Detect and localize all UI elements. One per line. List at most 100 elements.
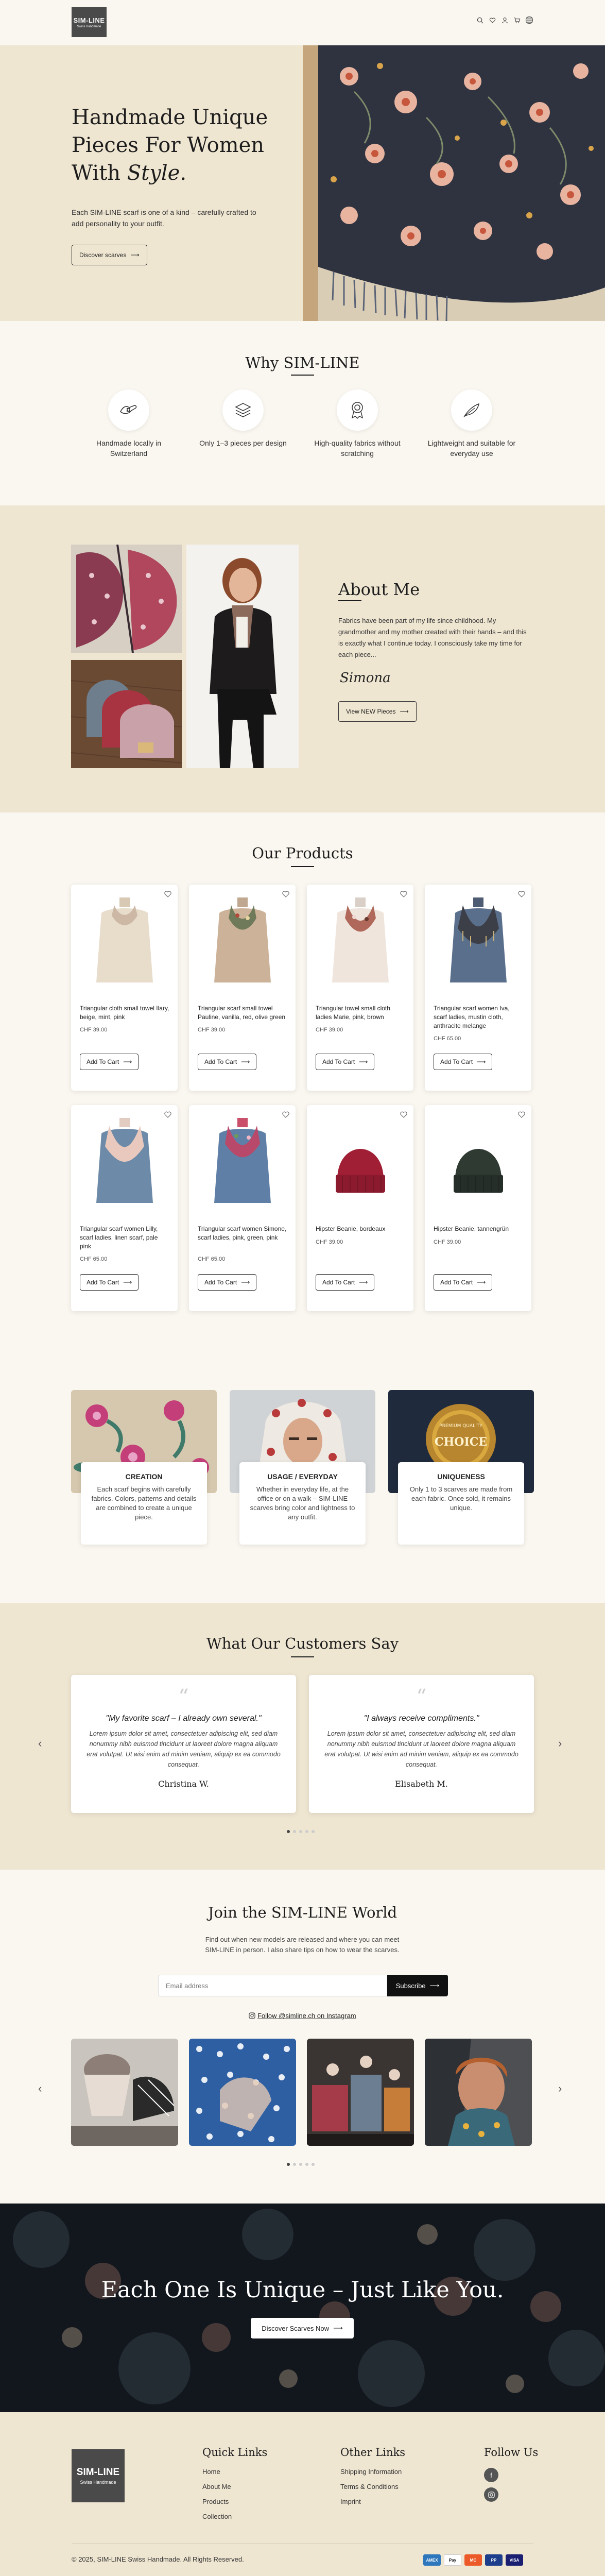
user-icon[interactable] (501, 16, 508, 24)
copyright: © 2025, SIM-LINE Swiss Handmade. All Rig… (72, 2555, 244, 2563)
site-logo[interactable]: SIM-LINE Swiss Handmade (72, 7, 107, 37)
wishlist-heart-icon[interactable] (400, 891, 407, 900)
carousel-dot[interactable] (299, 1830, 302, 1833)
footer-link-products[interactable]: Products (202, 2498, 267, 2505)
footer-link-about[interactable]: About Me (202, 2483, 267, 2490)
add-to-cart-button[interactable]: Add To Cart ⟶ (434, 1274, 493, 1291)
other-links-title: Other Links (340, 2446, 406, 2459)
product-name[interactable]: Triangular scarf women Simone, scarf lad… (198, 1225, 288, 1242)
carousel-dots (287, 1830, 315, 1833)
footer-link-shipping[interactable]: Shipping Information (340, 2468, 405, 2476)
carousel-dot[interactable] (299, 2163, 302, 2166)
testimonial-card: “ "My favorite scarf – I already own sev… (71, 1675, 296, 1813)
product-card[interactable]: Hipster Beanie, tannengrün CHF 39.00 Add… (425, 1105, 531, 1311)
instagram-icon[interactable] (484, 2487, 498, 2502)
arrow-right-icon: ⟶ (241, 1058, 250, 1065)
carousel-dot[interactable] (305, 2163, 308, 2166)
view-new-pieces-label: View NEW Pieces (346, 708, 396, 715)
wishlist-heart-icon[interactable] (400, 1111, 407, 1121)
quick-links-column: Quick Links Home About Me Products Colle… (202, 2446, 267, 2528)
visa-icon: VISA (506, 2554, 523, 2566)
subscribe-button[interactable]: Subscribe ⟶ (387, 1975, 448, 1996)
about-title: About Me (338, 580, 420, 599)
heart-icon[interactable] (489, 16, 496, 24)
email-input[interactable] (158, 1975, 387, 1996)
wishlist-heart-icon[interactable] (164, 891, 171, 900)
view-new-pieces-button[interactable]: View NEW Pieces ⟶ (338, 701, 417, 722)
carousel-dot[interactable] (287, 2163, 290, 2166)
product-image (312, 890, 408, 993)
product-name[interactable]: Triangular towel small cloth ladies Mari… (316, 1004, 406, 1022)
product-name[interactable]: Triangular scarf small towel Pauline, va… (198, 1004, 288, 1022)
product-card[interactable]: Triangular cloth small towel Ilary, beig… (71, 885, 178, 1091)
add-to-cart-button[interactable]: Add To Cart ⟶ (316, 1054, 375, 1070)
footer-link-terms[interactable]: Terms & Conditions (340, 2483, 405, 2490)
gallery-image[interactable] (189, 2039, 296, 2146)
next-arrow-icon[interactable]: › (558, 2082, 562, 2095)
gallery-image[interactable] (307, 2039, 414, 2146)
site-header: SIM-LINE Swiss Handmade (0, 0, 605, 45)
testimonials-section: What Our Customers Say ‹ › “ "My favorit… (0, 1603, 605, 1870)
product-name[interactable]: Triangular scarf women Lilly, scarf ladi… (80, 1225, 170, 1251)
discover-scarves-now-button[interactable]: Discover Scarves Now ⟶ (251, 2318, 354, 2338)
carousel-dot[interactable] (305, 1830, 308, 1833)
testimonial-body: Lorem ipsum dolor sit amet, consectetuer… (87, 1730, 281, 1768)
add-to-cart-button[interactable]: Add To Cart ⟶ (80, 1054, 139, 1070)
product-card[interactable]: Hipster Beanie, bordeaux CHF 39.00 Add T… (307, 1105, 413, 1311)
footer-link-home[interactable]: Home (202, 2468, 267, 2476)
product-card[interactable]: Triangular scarf women Iva, scarf ladies… (425, 885, 531, 1091)
wishlist-heart-icon[interactable] (164, 1111, 171, 1121)
footer-link-imprint[interactable]: Imprint (340, 2498, 405, 2505)
logo-line1: SIM-LINE (73, 16, 105, 24)
product-image (312, 1110, 408, 1213)
title-underline (291, 375, 314, 376)
testimonial-card: “ "I always receive compliments." Lorem … (309, 1675, 534, 1813)
search-icon[interactable] (476, 16, 483, 24)
carousel-dot[interactable] (287, 1830, 290, 1833)
add-to-cart-button[interactable]: Add To Cart ⟶ (198, 1274, 257, 1291)
product-image (430, 890, 526, 993)
wishlist-heart-icon[interactable] (518, 891, 525, 900)
footer-link-collection[interactable]: Collection (202, 2513, 267, 2520)
menu-button[interactable] (526, 16, 533, 24)
gallery-image[interactable] (71, 2039, 178, 2146)
product-name[interactable]: Triangular scarf women Iva, scarf ladies… (434, 1004, 524, 1030)
product-name[interactable]: Hipster Beanie, tannengrün (434, 1225, 524, 1233)
product-card[interactable]: Triangular scarf women Lilly, scarf ladi… (71, 1105, 178, 1311)
carousel-dot[interactable] (293, 2163, 296, 2166)
footer-logo[interactable]: SIM-LINE Swiss Handmade (72, 2449, 125, 2502)
footer-logo-line2: Swiss Handmade (80, 2480, 116, 2485)
add-to-cart-button[interactable]: Add To Cart ⟶ (434, 1054, 493, 1070)
carousel-dot[interactable] (312, 1830, 315, 1833)
product-name[interactable]: Hipster Beanie, bordeaux (316, 1225, 406, 1233)
prev-arrow-icon[interactable]: ‹ (38, 2082, 42, 2095)
product-price: CHF 39.00 (316, 1027, 343, 1033)
product-card[interactable]: Triangular scarf women Simone, scarf lad… (189, 1105, 296, 1311)
discover-scarves-button[interactable]: Discover scarves ⟶ (72, 245, 147, 265)
carousel-dot[interactable] (312, 2163, 315, 2166)
testimonial-body: Lorem ipsum dolor sit amet, consectetuer… (324, 1730, 518, 1768)
product-name[interactable]: Triangular cloth small towel Ilary, beig… (80, 1004, 170, 1022)
next-arrow-icon[interactable]: › (558, 1737, 562, 1750)
gallery-image[interactable] (425, 2039, 532, 2146)
instagram-link[interactable]: Follow @simline.ch on Instagram (0, 2012, 605, 2020)
value-card-uniqueness: UNIQUENESS Only 1 to 3 scarves are made … (398, 1462, 524, 1545)
hero-title-line3-prefix: With (72, 161, 127, 185)
discover-scarves-label: Discover scarves (79, 251, 127, 259)
prev-arrow-icon[interactable]: ‹ (38, 1737, 42, 1750)
wishlist-heart-icon[interactable] (518, 1111, 525, 1121)
product-card[interactable]: Triangular scarf small towel Pauline, va… (189, 885, 296, 1091)
add-to-cart-button[interactable]: Add To Cart ⟶ (198, 1054, 257, 1070)
hero-text: Each SIM-LINE scarf is one of a kind – c… (72, 208, 256, 228)
carousel-dot[interactable] (293, 1830, 296, 1833)
add-to-cart-label: Add To Cart (322, 1279, 355, 1286)
facebook-icon[interactable]: f (484, 2468, 498, 2482)
cart-icon[interactable] (513, 16, 521, 24)
quote-icon: “ (178, 1685, 189, 1709)
add-to-cart-button[interactable]: Add To Cart ⟶ (80, 1274, 139, 1291)
product-image (430, 1110, 526, 1213)
product-card[interactable]: Triangular towel small cloth ladies Mari… (307, 885, 413, 1091)
add-to-cart-button[interactable]: Add To Cart ⟶ (316, 1274, 375, 1291)
wishlist-heart-icon[interactable] (282, 1111, 289, 1121)
wishlist-heart-icon[interactable] (282, 891, 289, 900)
